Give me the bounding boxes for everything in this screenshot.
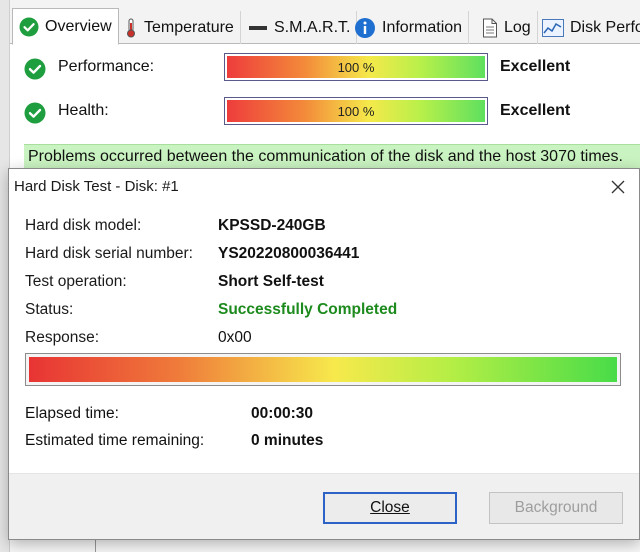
close-button-label: Close — [370, 499, 410, 516]
serial-label: Hard disk serial number: — [25, 245, 193, 262]
check-circle-icon — [24, 58, 46, 80]
tab-label: Log — [504, 18, 531, 36]
chart-icon — [542, 18, 564, 37]
model-value: KPSSD-240GB — [218, 217, 326, 234]
model-label: Hard disk model: — [25, 217, 142, 234]
background-button[interactable]: Background — [489, 492, 623, 524]
tab-log[interactable]: Log — [476, 11, 538, 44]
health-meter-fill: 100 % — [227, 100, 485, 122]
dialog-close-button[interactable] — [605, 175, 631, 199]
remaining-value: 0 minutes — [251, 432, 324, 449]
close-button[interactable]: Close — [323, 492, 457, 524]
status-label: Status: — [25, 301, 74, 318]
dialog-footer: Close Background — [9, 473, 639, 539]
response-label: Response: — [25, 329, 100, 346]
health-meter: 100 % — [224, 97, 488, 125]
tab-label: Temperature — [144, 18, 234, 36]
tab-disk-performance[interactable]: Disk Perfo — [536, 11, 640, 44]
performance-value: 100 % — [337, 59, 375, 75]
thermometer-icon — [127, 18, 135, 37]
tab-overview[interactable]: Overview — [12, 8, 119, 45]
performance-meter-fill: 100 % — [227, 56, 485, 78]
tab-label: Disk Perfo — [570, 18, 640, 36]
health-rating: Excellent — [500, 102, 571, 119]
health-label: Health: — [58, 102, 109, 119]
operation-value: Short Self-test — [218, 273, 324, 290]
info-icon — [355, 17, 375, 38]
tab-bar: Overview Temperature S.M.A.R.T. Informat… — [10, 0, 640, 45]
response-value: 0x00 — [218, 329, 252, 346]
remaining-label: Estimated time remaining: — [25, 432, 205, 449]
check-circle-icon — [24, 102, 46, 124]
hard-disk-test-dialog: Hard Disk Test - Disk: #1 Hard disk mode… — [8, 168, 640, 540]
problem-banner: Problems occurred between the communicat… — [24, 144, 640, 170]
tab-label: Overview — [45, 17, 112, 35]
dialog-title: Hard Disk Test - Disk: #1 — [14, 178, 179, 195]
tab-temperature[interactable]: Temperature — [118, 11, 241, 44]
elapsed-label: Elapsed time: — [25, 405, 119, 422]
operation-label: Test operation: — [25, 273, 127, 290]
performance-rating: Excellent — [500, 58, 571, 75]
test-progress-bar — [25, 353, 621, 386]
background-button-label: Background — [514, 499, 598, 516]
performance-meter: 100 % — [224, 53, 488, 81]
serial-value: YS20220800036441 — [218, 245, 360, 262]
test-progress-fill — [29, 357, 617, 382]
status-value: Successfully Completed — [218, 301, 398, 318]
performance-label: Performance: — [58, 58, 155, 75]
document-icon — [483, 18, 497, 37]
tab-information[interactable]: Information — [348, 11, 470, 44]
tab-label: Information — [382, 18, 463, 36]
tab-smart[interactable]: S.M.A.R.T. — [242, 11, 358, 44]
dialog-titlebar: Hard Disk Test - Disk: #1 — [9, 169, 639, 205]
tab-label: S.M.A.R.T. — [274, 18, 351, 36]
smart-bar-icon — [249, 25, 267, 30]
health-value: 100 % — [337, 103, 375, 119]
elapsed-value: 00:00:30 — [251, 405, 314, 422]
close-icon — [611, 180, 625, 194]
check-circle-icon — [19, 17, 39, 36]
